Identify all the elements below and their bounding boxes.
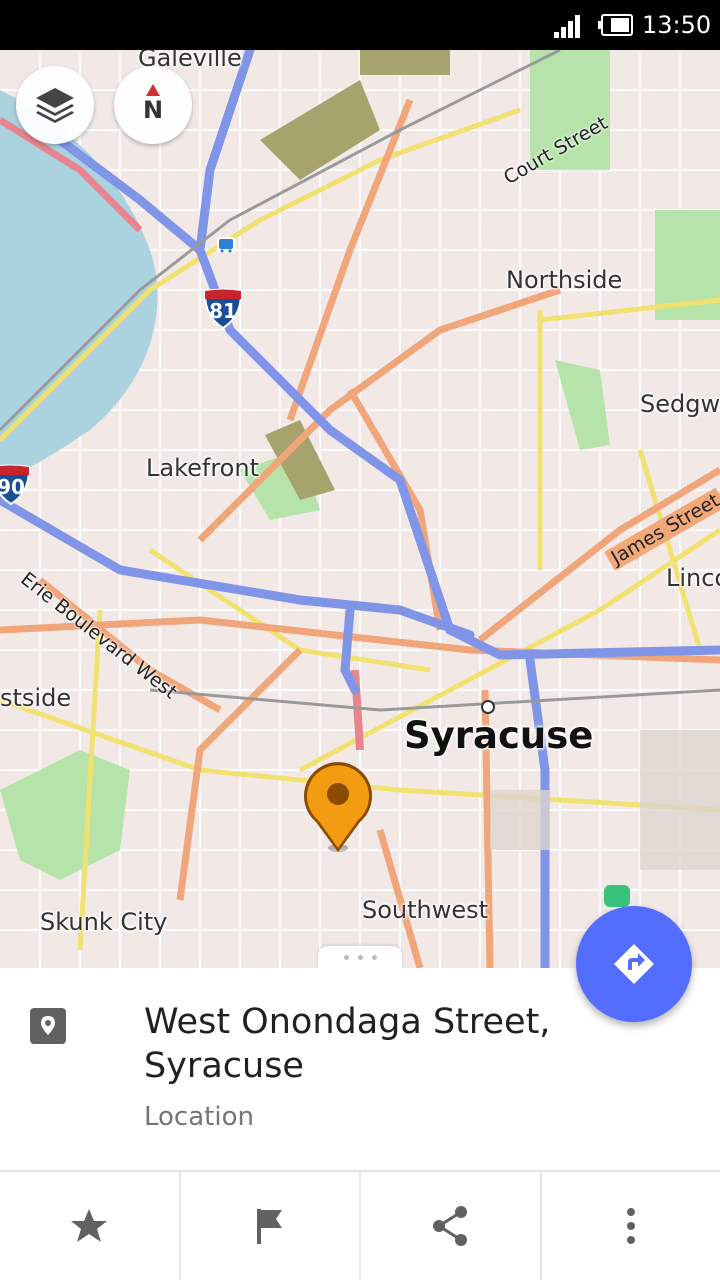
map-label-lakefront: Lakefront	[146, 454, 259, 482]
place-type: Location	[144, 1102, 254, 1132]
share-button[interactable]	[361, 1172, 542, 1280]
map-label-skunk-city: Skunk City	[40, 908, 168, 936]
more-vert-icon	[626, 1208, 635, 1244]
action-bar	[0, 1172, 720, 1280]
location-pin-icon[interactable]	[296, 756, 380, 856]
map-view[interactable]: Galeville Northside Sedgw Lakefront Linc…	[0, 50, 720, 968]
map-label-westside: stside	[0, 684, 72, 712]
map-label-sedgwick: Sedgw	[640, 390, 720, 418]
interstate-81-number: 81	[209, 299, 237, 323]
layers-icon	[36, 88, 74, 123]
flag-icon	[256, 1209, 282, 1244]
interstate-81-shield: 81	[202, 288, 244, 330]
status-bar: 13:50	[0, 0, 720, 50]
map-label-lincoln: Linco	[666, 564, 720, 592]
map-label-northside: Northside	[506, 266, 623, 294]
battery-icon	[598, 14, 633, 36]
compass-label: N	[142, 96, 164, 124]
star-icon	[71, 1209, 108, 1242]
status-time: 13:50	[642, 11, 712, 39]
panel-drag-handle[interactable]	[318, 946, 402, 968]
directions-icon	[614, 944, 654, 984]
compass-button[interactable]: N	[114, 66, 192, 144]
flag-button[interactable]	[181, 1172, 361, 1280]
map-label-southwest: Southwest	[362, 896, 489, 924]
place-title: West Onondaga Street, Syracuse	[144, 1002, 551, 1086]
more-button[interactable]	[542, 1172, 720, 1280]
interstate-90-number: 90	[0, 475, 25, 499]
map-label-city: Syracuse	[404, 714, 594, 757]
share-icon	[433, 1206, 468, 1246]
bus-stop-icon[interactable]	[216, 236, 236, 254]
signal-icon	[554, 15, 580, 38]
place-pin-icon	[30, 1008, 66, 1044]
directions-button[interactable]	[576, 906, 692, 1022]
interstate-90-shield: 90	[0, 464, 32, 506]
layers-button[interactable]	[16, 66, 94, 144]
favorite-button[interactable]	[0, 1172, 181, 1280]
